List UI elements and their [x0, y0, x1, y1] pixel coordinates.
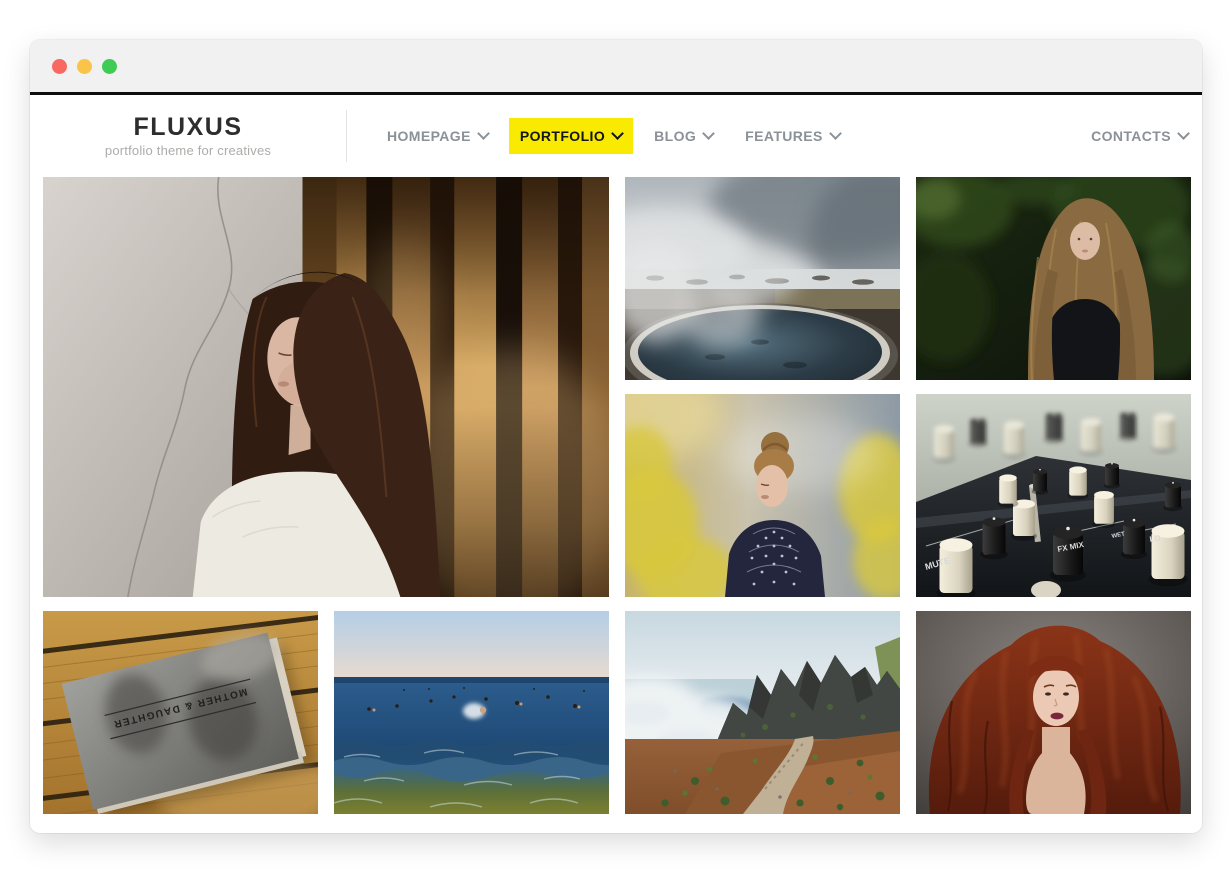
gallery-item-sea-swimmers[interactable]	[334, 611, 609, 814]
main-nav: HOMEPAGE PORTFOLIO BLOG FEATURES	[371, 118, 856, 154]
close-button[interactable]	[52, 59, 67, 74]
browser-titlebar	[30, 40, 1202, 95]
site-header: FLUXUS portfolio theme for creatives HOM…	[30, 95, 1202, 177]
nav-item-contacts[interactable]: CONTACTS	[1080, 118, 1199, 154]
nav-item-features-label: FEATURES	[745, 128, 823, 144]
nav-item-blog-label: BLOG	[654, 128, 696, 144]
gallery-item-girl-in-forest[interactable]	[916, 177, 1191, 380]
photo-girl-in-forest	[916, 177, 1191, 380]
gallery-item-geothermal-crater[interactable]	[625, 177, 900, 380]
chevron-down-icon	[829, 127, 842, 140]
gallery-item-mountain-above-clouds[interactable]	[625, 611, 900, 814]
portfolio-grid: MUTE FX MIX WET LO	[30, 177, 1202, 830]
gallery-item-redhead-portrait[interactable]	[916, 611, 1191, 814]
header-divider	[346, 110, 347, 162]
nav-item-blog[interactable]: BLOG	[643, 118, 724, 154]
photo-sea-swimmers	[334, 611, 609, 814]
photo-geothermal-crater	[625, 177, 900, 380]
nav-item-portfolio-label: PORTFOLIO	[520, 128, 605, 144]
photo-mountain-above-clouds	[625, 611, 900, 814]
browser-window: FLUXUS portfolio theme for creatives HOM…	[30, 40, 1202, 833]
photo-audio-mixer: MUTE FX MIX WET LO	[916, 394, 1191, 597]
minimize-button[interactable]	[77, 59, 92, 74]
zoom-button[interactable]	[102, 59, 117, 74]
gallery-item-portrait-girl-curtain[interactable]	[43, 177, 609, 597]
gallery-item-book-on-table[interactable]: MOTHER & DAUGHTER	[43, 611, 318, 814]
nav-item-features[interactable]: FEATURES	[734, 118, 851, 154]
photo-redhead-portrait	[916, 611, 1191, 814]
photo-girl-yellow-flowers	[625, 394, 900, 597]
chevron-down-icon	[702, 127, 715, 140]
chevron-down-icon	[1177, 127, 1190, 140]
site-tagline: portfolio theme for creatives	[105, 143, 271, 158]
gallery-item-audio-mixer[interactable]: MUTE FX MIX WET LO	[916, 394, 1191, 597]
photo-book-on-table: MOTHER & DAUGHTER	[43, 611, 318, 814]
logo-block[interactable]: FLUXUS portfolio theme for creatives	[30, 114, 346, 158]
nav-item-portfolio[interactable]: PORTFOLIO	[509, 118, 633, 154]
mixer-label-lo: LO	[1149, 533, 1161, 544]
nav-item-contacts-label: CONTACTS	[1091, 128, 1171, 144]
gallery-item-girl-yellow-flowers[interactable]	[625, 394, 900, 597]
nav-item-homepage-label: HOMEPAGE	[387, 128, 471, 144]
nav-item-homepage[interactable]: HOMEPAGE	[376, 118, 499, 154]
site-logo[interactable]: FLUXUS	[134, 114, 243, 140]
chevron-down-icon	[477, 127, 490, 140]
chevron-down-icon	[611, 127, 624, 140]
photo-portrait-curtain	[43, 177, 609, 597]
